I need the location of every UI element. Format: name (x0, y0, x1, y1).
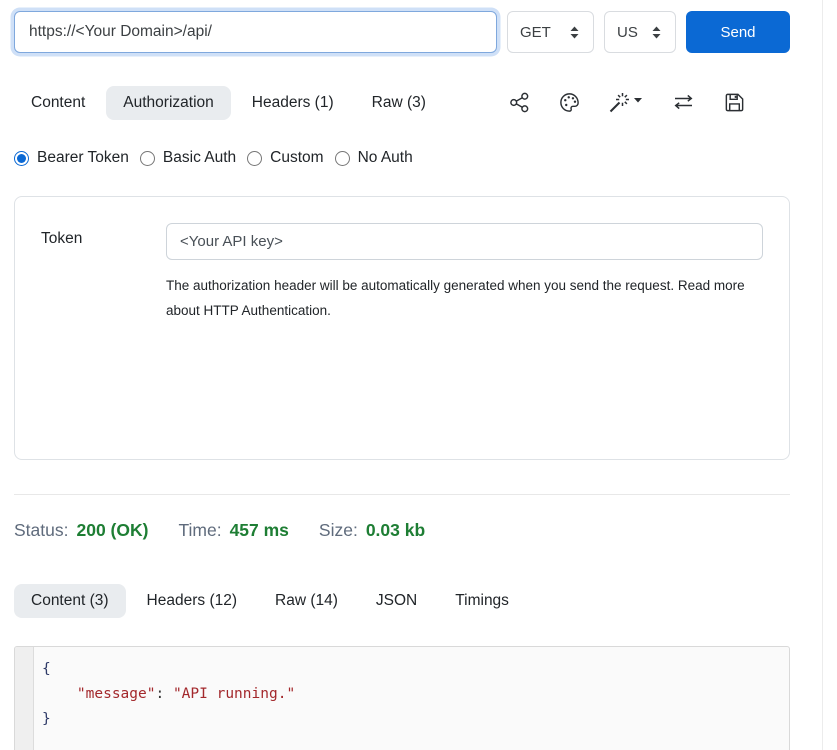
response-status-row: Status: 200 (OK) Time: 457 ms Size: 0.03… (14, 516, 790, 544)
code-value: "API running." (173, 686, 295, 702)
radio-dot (247, 151, 262, 166)
api-client-page: GET US Send Content Authorization Header… (0, 0, 837, 750)
code-key: "message" (77, 686, 156, 702)
tab-response-timings[interactable]: Timings (438, 584, 526, 618)
response-json-code[interactable]: { "message": "API running." } (34, 647, 789, 750)
code-close-brace: } (42, 711, 51, 727)
status-label: Status: (14, 516, 68, 544)
tab-raw[interactable]: Raw (3) (355, 86, 443, 120)
request-tabs: Content Authorization Headers (1) Raw (3… (14, 84, 790, 121)
page-column-divider (822, 0, 823, 750)
radio-dot (140, 151, 155, 166)
magic-wand-menu-icon[interactable] (608, 91, 644, 114)
tab-response-headers[interactable]: Headers (12) (130, 584, 254, 618)
code-colon: : (155, 686, 164, 702)
tab-content[interactable]: Content (14, 86, 102, 120)
radio-bearer-token[interactable]: Bearer Token (14, 149, 129, 167)
token-label: Token (41, 223, 166, 433)
tab-response-raw[interactable]: Raw (14) (258, 584, 355, 618)
radio-dot (335, 151, 350, 166)
radio-dot (14, 151, 29, 166)
token-input[interactable] (166, 223, 763, 260)
swap-arrows-icon[interactable] (671, 91, 696, 114)
radio-no-auth[interactable]: No Auth (335, 149, 413, 167)
size-group: Size: 0.03 kb (319, 516, 425, 544)
size-value: 0.03 kb (366, 516, 425, 544)
palette-icon[interactable] (558, 91, 581, 114)
time-value: 457 ms (230, 516, 289, 544)
save-icon[interactable] (723, 91, 746, 114)
auth-type-options: Bearer Token Basic Auth Custom No Auth (14, 149, 790, 167)
radio-label: No Auth (358, 149, 413, 167)
bearer-token-panel: Token The authorization header will be a… (14, 196, 790, 460)
tab-authorization[interactable]: Authorization (106, 86, 230, 120)
radio-custom[interactable]: Custom (247, 149, 323, 167)
code-open-brace: { (42, 661, 51, 677)
radio-label: Custom (270, 149, 323, 167)
radio-label: Bearer Token (37, 149, 129, 167)
region-select[interactable]: US (604, 11, 676, 53)
time-group: Time: 457 ms (178, 516, 288, 544)
response-body: { "message": "API running." } (14, 646, 790, 750)
toolbar (508, 91, 790, 114)
method-select-value: GET (520, 24, 551, 41)
radio-label: Basic Auth (163, 149, 236, 167)
section-divider (14, 494, 790, 495)
status-value: 200 (OK) (76, 516, 148, 544)
response-tabs: Content (3) Headers (12) Raw (14) JSON T… (14, 582, 790, 619)
token-help-text: The authorization header will be automat… (166, 273, 763, 323)
method-select[interactable]: GET (507, 11, 594, 53)
send-button[interactable]: Send (686, 11, 790, 53)
status-group: Status: 200 (OK) (14, 516, 148, 544)
time-label: Time: (178, 516, 221, 544)
request-bar: GET US Send (14, 11, 790, 53)
tab-response-content[interactable]: Content (3) (14, 584, 126, 618)
radio-basic-auth[interactable]: Basic Auth (140, 149, 236, 167)
tab-response-json[interactable]: JSON (359, 584, 434, 618)
size-label: Size: (319, 516, 358, 544)
region-select-value: US (617, 24, 638, 41)
tab-headers[interactable]: Headers (1) (235, 86, 351, 120)
code-gutter (15, 647, 34, 750)
updown-arrows-icon (568, 25, 581, 40)
updown-arrows-icon (650, 25, 663, 40)
share-icon[interactable] (508, 91, 531, 114)
url-input[interactable] (14, 11, 497, 53)
